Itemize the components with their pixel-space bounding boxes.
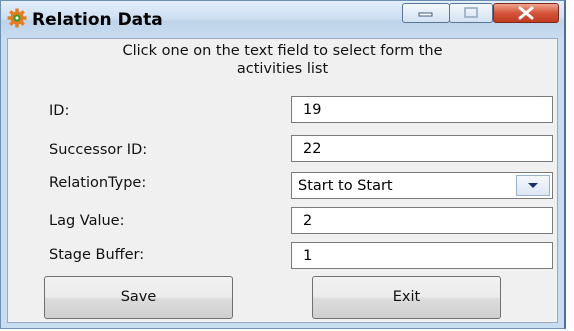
id-field[interactable]: 19 bbox=[291, 96, 553, 123]
gear-app-icon bbox=[7, 8, 27, 28]
stage-buffer-field[interactable]: 1 bbox=[291, 242, 553, 269]
stage-buffer-label: Stage Buffer: bbox=[49, 247, 145, 263]
maximize-button[interactable] bbox=[449, 3, 493, 23]
maximize-icon bbox=[464, 7, 478, 18]
successor-id-field[interactable]: 22 bbox=[291, 135, 553, 162]
instruction-line-1: Click one on the text field to select fo… bbox=[122, 43, 443, 59]
close-button[interactable] bbox=[493, 3, 559, 23]
title-bar[interactable]: Relation Data bbox=[1, 1, 564, 38]
dropdown-button[interactable] bbox=[516, 175, 550, 196]
save-button[interactable]: Save bbox=[44, 276, 233, 319]
relation-type-label: RelationType: bbox=[49, 175, 147, 191]
chevron-down-icon bbox=[528, 183, 538, 188]
successor-id-label: Successor ID: bbox=[49, 142, 148, 158]
window-title: Relation Data bbox=[32, 10, 163, 30]
relation-data-window: Relation Data Click one on the text fiel… bbox=[0, 0, 566, 329]
lag-value-field[interactable]: 2 bbox=[291, 207, 553, 234]
close-icon bbox=[518, 6, 534, 20]
lag-value-label: Lag Value: bbox=[49, 213, 125, 229]
instruction-line-2: activities list bbox=[236, 61, 329, 77]
relation-type-dropdown[interactable]: Start to Start bbox=[291, 172, 553, 199]
dialog-body: Click one on the text field to select fo… bbox=[7, 38, 558, 323]
minimize-button[interactable] bbox=[402, 3, 450, 23]
id-label: ID: bbox=[49, 103, 70, 119]
minimize-icon bbox=[418, 12, 433, 17]
exit-button[interactable]: Exit bbox=[312, 276, 501, 319]
relation-type-selected: Start to Start bbox=[298, 178, 393, 194]
